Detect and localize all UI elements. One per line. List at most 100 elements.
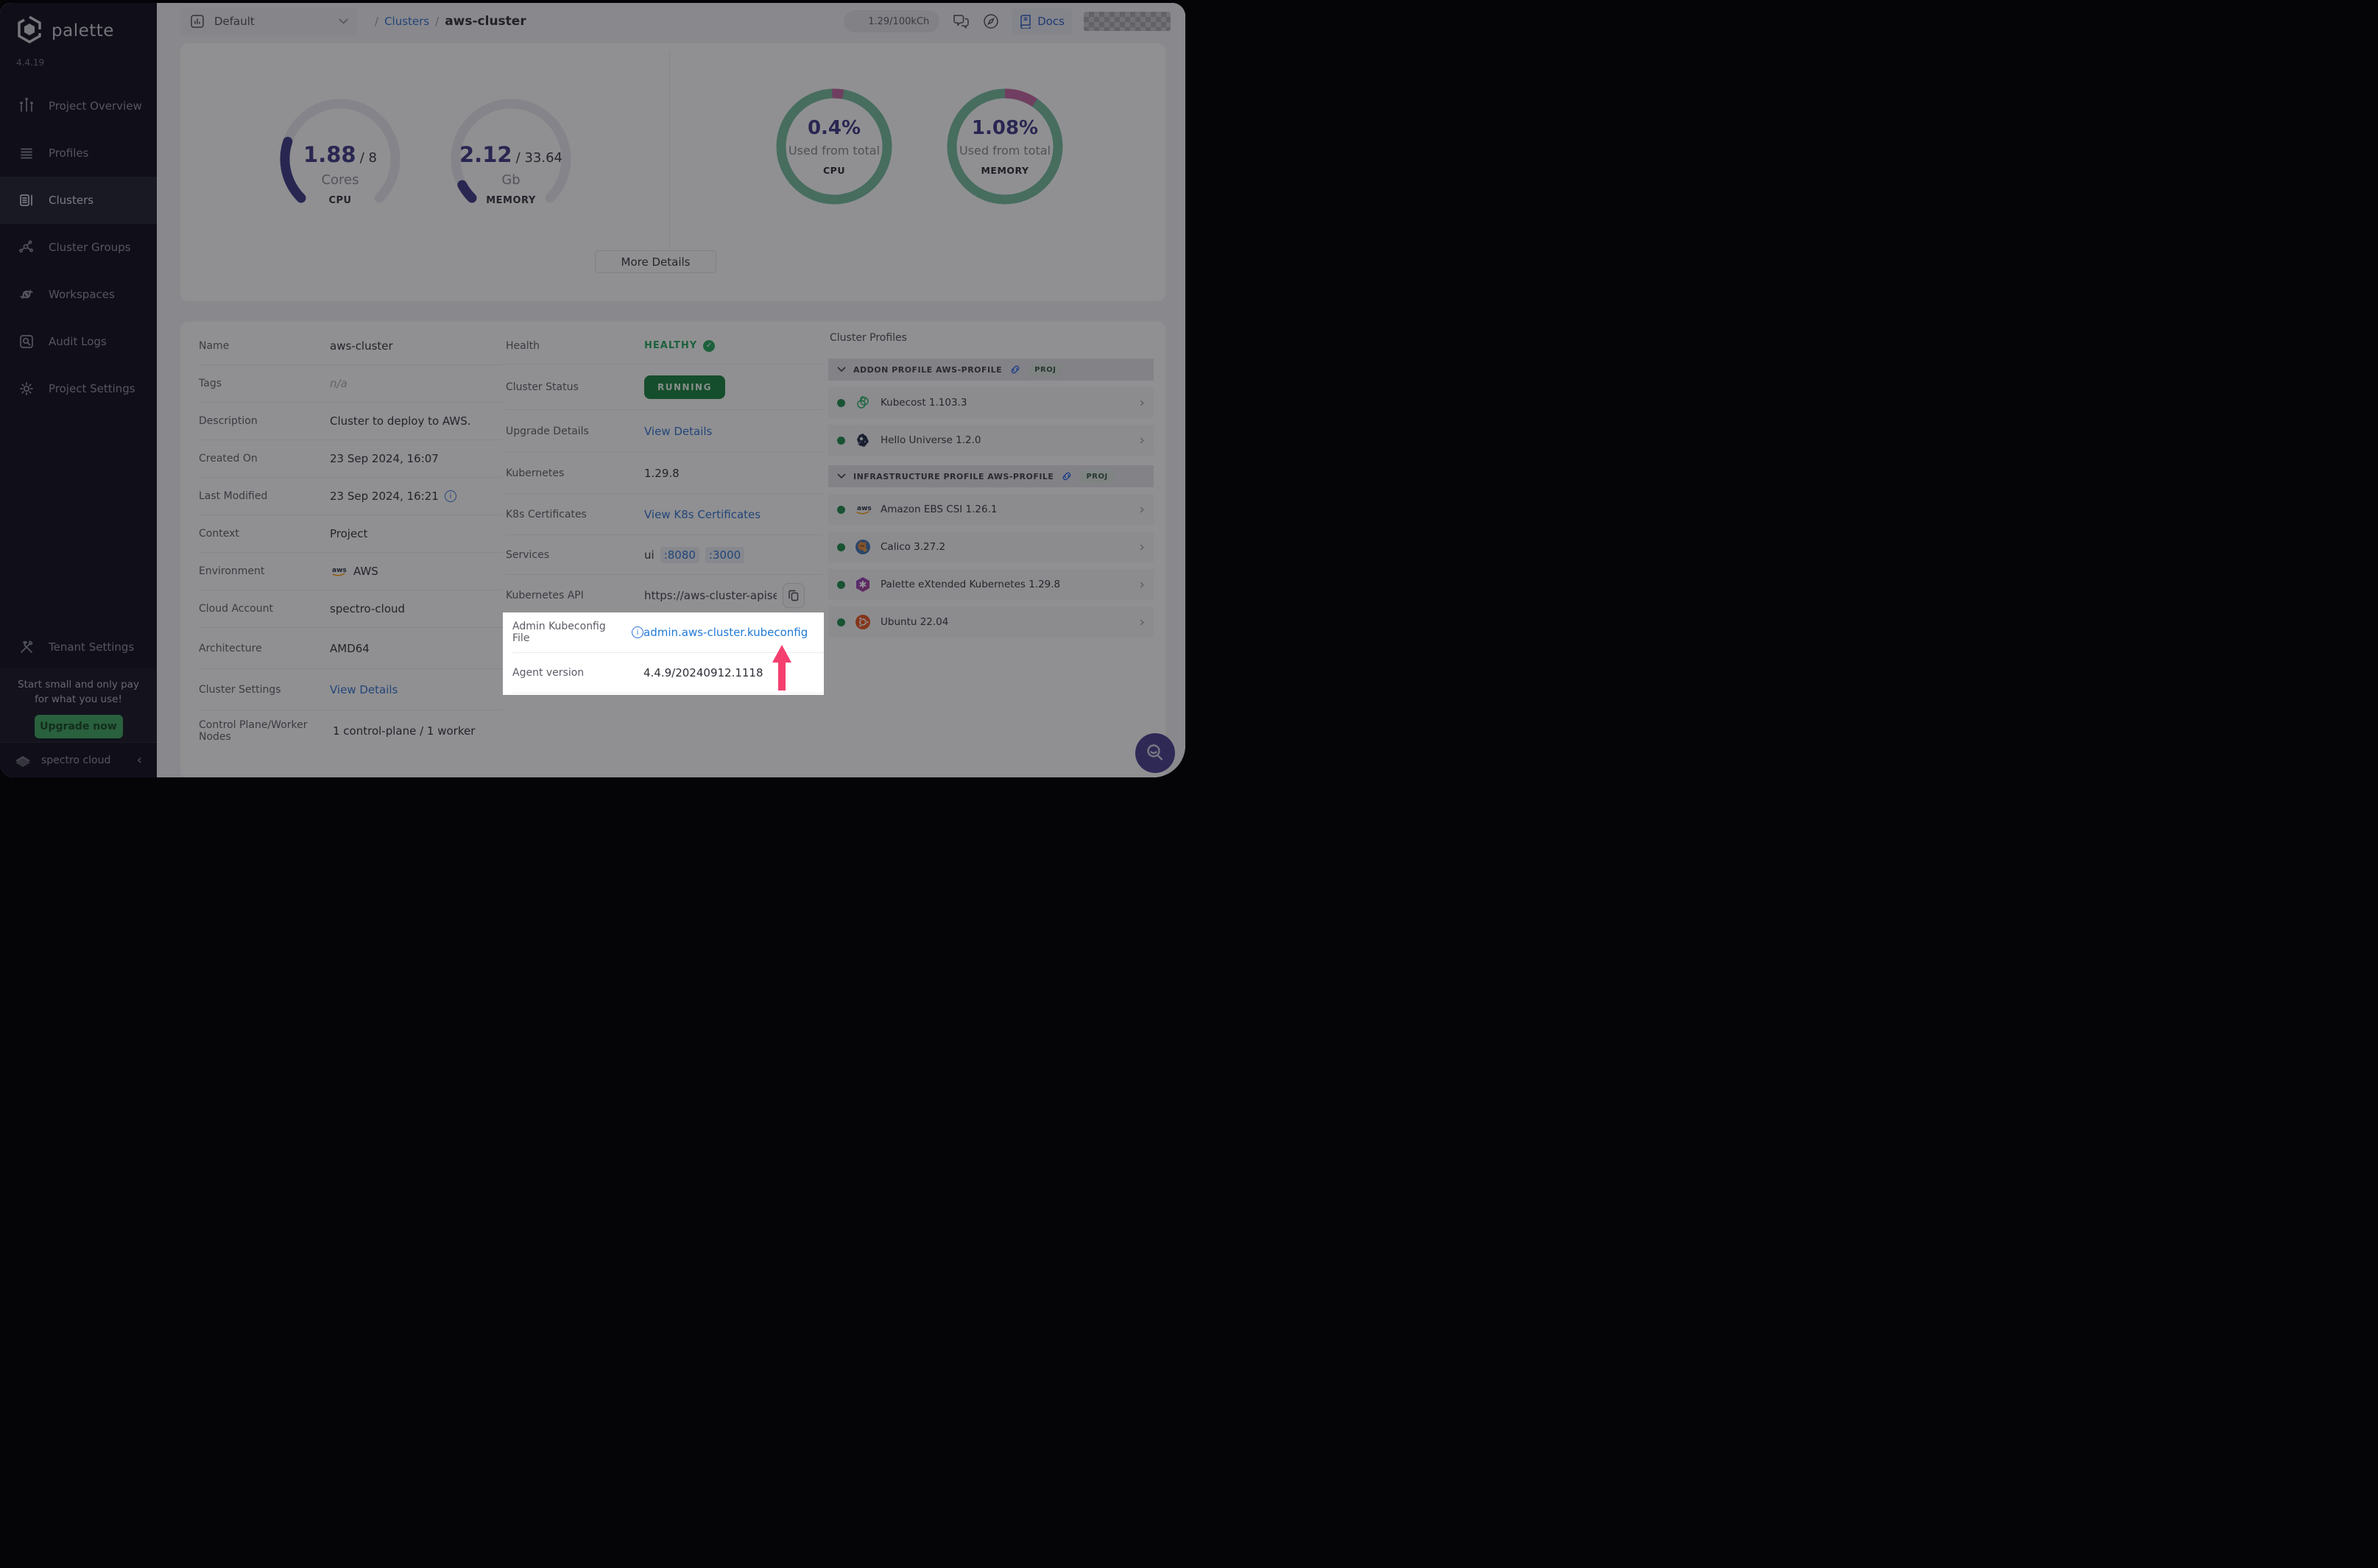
running-status-badge[interactable]: RUNNING xyxy=(644,375,725,399)
chevron-right-icon: › xyxy=(1139,614,1145,630)
more-details-button[interactable]: More Details xyxy=(595,250,716,273)
tools-icon xyxy=(21,640,33,653)
info-icon[interactable]: i xyxy=(444,490,456,502)
pxk-logo: ✱ xyxy=(854,576,872,593)
detail-row-cluster-status: Cluster Status RUNNING xyxy=(506,364,822,410)
healthy-check-icon: ✓ xyxy=(703,339,716,352)
detail-row-name: Name aws-cluster xyxy=(199,328,502,365)
status-dot xyxy=(837,436,845,445)
cpu-donut-caption: Used from total xyxy=(788,144,881,158)
breadcrumb-clusters-link[interactable]: Clusters xyxy=(384,15,429,28)
card-divider xyxy=(669,51,670,261)
cluster-settings-view-details-link[interactable]: View Details xyxy=(330,683,398,696)
detail-row-health: Health HEALTHY ✓ xyxy=(506,328,822,364)
memory-gauge-label: MEMORY xyxy=(486,195,536,206)
addon-profile-header[interactable]: ADDON PROFILE AWS-PROFILE PROJ xyxy=(828,359,1154,381)
service-port-8080-link[interactable]: :8080 xyxy=(660,546,699,563)
health-status: HEALTHY xyxy=(644,340,698,351)
chat-icon[interactable] xyxy=(951,13,970,30)
search-fab-button[interactable] xyxy=(1135,733,1175,773)
profile-item-ubuntu[interactable]: Ubuntu 22.04 › xyxy=(828,607,1154,638)
memory-used-percent: 1.08% xyxy=(971,117,1039,139)
palette-logo-icon xyxy=(15,15,44,47)
profile-item-palette-extended-kubernetes[interactable]: ✱ Palette eXtended Kubernetes 1.29.8 › xyxy=(828,569,1154,600)
chevron-down-icon xyxy=(837,473,846,479)
detail-row-cluster-settings: Cluster Settings View Details xyxy=(199,669,502,710)
detail-row-k8s-certificates: K8s Certificates View K8s Certificates xyxy=(506,494,822,535)
sidebar-item-label: Workspaces xyxy=(49,288,115,301)
sidebar-item-label: Cluster Groups xyxy=(49,241,131,254)
sidebar-item-label: Profiles xyxy=(49,146,89,160)
upgrade-view-details-link[interactable]: View Details xyxy=(644,425,712,438)
sidebar-item-label: Project Settings xyxy=(49,382,135,395)
view-k8s-certificates-link[interactable]: View K8s Certificates xyxy=(644,508,761,521)
infrastructure-profile-header[interactable]: INFRASTRUCTURE PROFILE AWS-PROFILE PROJ xyxy=(828,465,1154,487)
sidebar-item-workspaces[interactable]: Workspaces xyxy=(0,271,157,318)
copy-api-url-button[interactable] xyxy=(783,583,805,608)
info-icon[interactable]: i xyxy=(632,626,643,638)
chevron-down-icon xyxy=(339,18,348,24)
sidebar-item-clusters[interactable]: Clusters xyxy=(0,177,157,224)
cluster-groups-icon xyxy=(19,240,33,252)
cpu-usage-donut: 0.4% Used from total CPU xyxy=(769,82,899,211)
docs-button[interactable]: Docs xyxy=(1012,8,1072,35)
cpu-gauge-label: CPU xyxy=(328,195,352,206)
chevron-right-icon: › xyxy=(1139,576,1145,593)
redacted-username xyxy=(1084,12,1171,31)
status-dot xyxy=(837,580,845,589)
status-dot xyxy=(837,618,845,626)
service-port-3000-link[interactable]: :3000 xyxy=(705,546,745,563)
kubecost-logo xyxy=(854,394,872,412)
proj-badge: PROJ xyxy=(1029,363,1062,376)
admin-kubeconfig-link[interactable]: admin.aws-cluster.kubeconfig xyxy=(643,626,808,639)
detail-row-cloud-account: Cloud Account spectro-cloud xyxy=(199,590,502,628)
chevron-down-icon xyxy=(837,367,846,372)
profile-item-hello-universe[interactable]: Hello Universe 1.2.0 › xyxy=(828,425,1154,456)
compass-icon[interactable] xyxy=(982,13,1000,30)
cluster-profiles-panel: Cluster Profiles ADDON PROFILE AWS-PROFI… xyxy=(828,326,1154,638)
profile-item-kubecost[interactable]: Kubecost 1.103.3 › xyxy=(828,387,1154,418)
detail-row-nodes: Control Plane/Worker Nodes 1 control-pla… xyxy=(199,719,476,743)
sidebar-item-profiles[interactable]: Profiles xyxy=(0,130,157,177)
profile-item-calico[interactable]: Calico 3.27.2 › xyxy=(828,532,1154,562)
copy-icon xyxy=(788,590,799,601)
memory-donut-label: MEMORY xyxy=(981,165,1029,176)
profile-item-amazon-ebs-csi[interactable]: aws Amazon EBS CSI 1.26.1 › xyxy=(828,494,1154,525)
upgrade-now-button[interactable]: Upgrade now xyxy=(34,714,123,738)
sidebar-item-project-overview[interactable]: Project Overview xyxy=(0,82,157,130)
spectro-cloud-logo xyxy=(15,755,30,767)
memory-used-value: 2.12 xyxy=(459,142,512,167)
memory-total: / 33.64 xyxy=(515,150,562,166)
sidebar-item-audit-logs[interactable]: Audit Logs xyxy=(0,318,157,365)
svg-text:aws: aws xyxy=(857,505,872,512)
cpu-gauge: 1.88 / 8 Cores CPU xyxy=(270,96,410,225)
cpu-total: / 8 xyxy=(359,150,377,166)
promo-text: Start small and only pay for what you us… xyxy=(18,679,139,706)
sidebar-item-cluster-groups[interactable]: Cluster Groups xyxy=(0,224,157,271)
detail-row-description: Description Cluster to deploy to AWS. xyxy=(199,403,502,440)
detail-row-services: Services ui :8080 :3000 xyxy=(506,535,822,575)
project-selector[interactable]: Default xyxy=(180,7,357,35)
topbar-right: 1.29/100kCh Docs xyxy=(844,3,1171,40)
collapse-sidebar-icon[interactable]: ‹ xyxy=(137,752,142,768)
detail-row-architecture: Architecture AMD64 xyxy=(199,628,502,669)
brand: palette xyxy=(0,3,157,47)
sidebar: palette 4.4.19 Project Overview Profiles… xyxy=(0,3,157,777)
sidebar-item-project-settings[interactable]: Project Settings xyxy=(0,365,157,412)
sidebar-footer: spectro cloud ‹ xyxy=(0,742,157,777)
project-overview-icon xyxy=(20,97,33,112)
detail-row-context: Context Project xyxy=(199,515,502,553)
breadcrumb-separator: / xyxy=(375,15,379,28)
project-selector-value: Default xyxy=(214,15,255,28)
detail-row-kubernetes-api: Kubernetes API https://aws-cluster-apise… xyxy=(506,575,822,616)
ubuntu-logo xyxy=(854,613,872,631)
cpu-used-percent: 0.4% xyxy=(807,117,861,139)
link-icon xyxy=(1063,472,1071,481)
detail-row-tags: Tags n/a xyxy=(199,365,502,403)
details-mid-column: Health HEALTHY ✓ Cluster Status RUNNING U… xyxy=(506,328,822,616)
calico-logo xyxy=(854,538,872,556)
sidebar-item-tenant-settings[interactable]: Tenant Settings xyxy=(0,626,157,668)
chevron-right-icon: › xyxy=(1139,501,1145,518)
sidebar-nav: Project Overview Profiles Clusters Clust… xyxy=(0,82,157,412)
status-dot xyxy=(837,543,845,551)
